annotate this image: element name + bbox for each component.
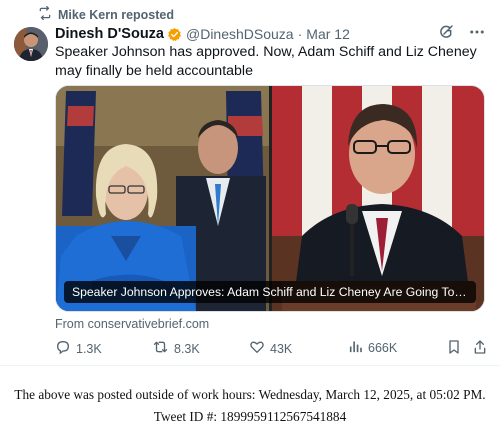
footer-note: The above was posted outside of work hou… xyxy=(0,384,500,428)
reply-count: 1.3K xyxy=(76,341,102,356)
share-icon xyxy=(473,339,487,358)
footer-line-2: Tweet ID #: 1899959112567541884 xyxy=(153,409,347,424)
tweet-actions: 1.3K 8.3K 43K 666K xyxy=(55,339,487,359)
author-avatar[interactable] xyxy=(14,27,48,61)
heart-icon xyxy=(249,339,265,358)
tweet-header: Dinesh D'Souza @DineshDSouza · Mar 12 xyxy=(55,24,486,45)
card-photo-right xyxy=(272,86,484,311)
repost-by-label[interactable]: Mike Kern reposted xyxy=(58,8,174,22)
share-button[interactable] xyxy=(473,339,487,358)
repost-button[interactable]: 8.3K xyxy=(152,339,200,358)
header-separator: · xyxy=(297,26,303,42)
grok-icon[interactable] xyxy=(438,24,454,45)
views-count: 666K xyxy=(368,341,398,355)
verified-badge-icon xyxy=(167,27,182,42)
reply-icon xyxy=(55,339,71,358)
author-name[interactable]: Dinesh D'Souza xyxy=(55,26,164,42)
tweet-card[interactable]: Mike Kern reposted Dinesh D'Souza @Dines… xyxy=(0,0,500,366)
tweet-text: Speaker Johnson has approved. Now, Adam … xyxy=(55,44,477,79)
reply-button[interactable]: 1.3K xyxy=(55,339,102,358)
bookmark-button[interactable] xyxy=(447,339,461,358)
views-chart-icon xyxy=(348,339,363,357)
repost-icon xyxy=(38,5,52,25)
footer-line-1: The above was posted outside of work hou… xyxy=(14,387,486,402)
views-button[interactable]: 666K xyxy=(348,339,397,357)
more-icon[interactable] xyxy=(468,24,486,45)
card-photo-left xyxy=(56,86,269,311)
like-button[interactable]: 43K xyxy=(249,339,292,358)
header-actions xyxy=(438,24,486,45)
card-title[interactable]: Speaker Johnson Approves: Adam Schiff an… xyxy=(64,281,476,303)
tweet-date[interactable]: Mar 12 xyxy=(306,26,350,42)
like-count: 43K xyxy=(270,341,293,356)
bookmark-icon xyxy=(447,339,461,358)
repost-count: 8.3K xyxy=(174,341,200,356)
card-source[interactable]: From conservativebrief.com xyxy=(55,317,209,331)
author-handle[interactable]: @DineshDSouza xyxy=(186,26,294,42)
link-card[interactable]: Speaker Johnson Approves: Adam Schiff an… xyxy=(55,85,485,312)
repost-icon xyxy=(152,339,169,358)
repost-context: Mike Kern reposted xyxy=(38,5,174,25)
